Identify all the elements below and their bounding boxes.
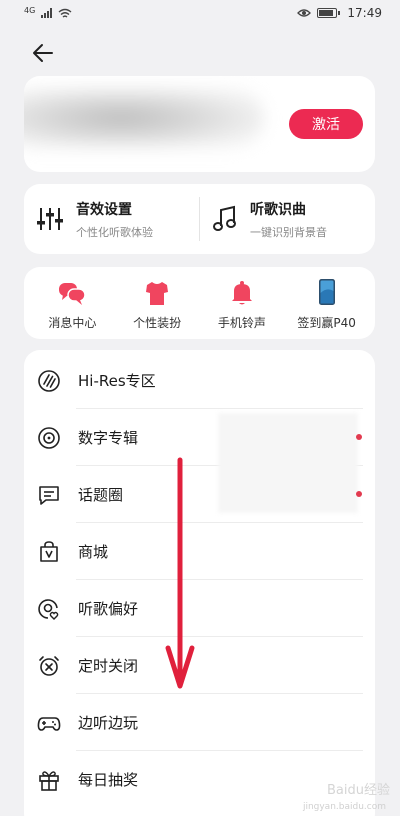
menu-item-daily-lottery[interactable]: 每日抽奖 xyxy=(24,751,375,808)
watermark: Baidu经验 xyxy=(327,779,390,798)
activate-button[interactable]: 激活 xyxy=(289,109,363,139)
tool-label: 签到赢P40 xyxy=(297,315,356,330)
tshirt-icon xyxy=(146,281,169,305)
tool-ringtone[interactable]: 手机铃声 xyxy=(201,276,283,331)
menu-item-label: 听歌偏好 xyxy=(78,600,139,618)
song-recognition-subtitle: 一键识别背景音 xyxy=(250,225,327,239)
watermark-text: Baidu经验 xyxy=(327,783,390,798)
battery-icon xyxy=(317,8,341,18)
sound-effect-text: 音效设置 个性化听歌体验 xyxy=(76,199,153,240)
quick-settings-card: 音效设置 个性化听歌体验 听歌识曲 一键识别背景音 xyxy=(24,184,375,254)
song-recognition-title: 听歌识曲 xyxy=(250,201,306,218)
message-center-icon xyxy=(59,282,87,305)
vip-card: 激活 xyxy=(24,76,375,172)
blurred-promo-panel xyxy=(218,413,358,513)
preference-icon xyxy=(36,596,62,622)
song-recognition-text: 听歌识曲 一键识别背景音 xyxy=(250,199,327,240)
signal-icon xyxy=(41,8,53,18)
bell-icon xyxy=(231,280,252,304)
notification-dot xyxy=(356,491,362,497)
tool-message-center[interactable]: 消息中心 xyxy=(31,276,113,331)
phone-icon xyxy=(318,278,335,305)
tools-card: 消息中心 个性装扮 手机铃声 签到赢P40 xyxy=(24,267,375,339)
menu-item-label: 定时关闭 xyxy=(78,657,139,675)
eye-icon xyxy=(297,9,312,17)
gift-icon xyxy=(36,767,62,793)
wifi-icon xyxy=(58,8,72,18)
sound-effect-title: 音效设置 xyxy=(76,201,132,218)
equalizer-icon xyxy=(37,208,63,230)
song-recognition[interactable]: 听歌识曲 一键识别背景音 xyxy=(200,184,375,254)
blurred-user-info xyxy=(24,88,264,148)
menu-item-mall[interactable]: 商城 xyxy=(24,523,375,580)
menu-item-label: 数字专辑 xyxy=(78,429,139,447)
tool-label: 个性装扮 xyxy=(133,315,182,330)
watermark-sub: jingyan.baidu.com xyxy=(302,802,386,812)
music-note-icon xyxy=(213,205,236,231)
menu-item-label: 话题圈 xyxy=(78,486,124,504)
status-bar: 4G 17:49 xyxy=(0,0,400,26)
back-button[interactable] xyxy=(28,38,58,68)
shopping-bag-icon xyxy=(36,539,62,565)
sound-effect-subtitle: 个性化听歌体验 xyxy=(76,225,153,239)
menu-item-listening-preference[interactable]: 听歌偏好 xyxy=(24,580,375,637)
status-left: 4G xyxy=(24,5,72,19)
hires-icon xyxy=(36,368,62,394)
menu-item-label: 每日抽奖 xyxy=(78,771,139,789)
menu-item-label: Hi-Res专区 xyxy=(78,372,156,390)
tool-label: 手机铃声 xyxy=(217,315,266,330)
menu-item-hires[interactable]: Hi-Res专区 xyxy=(24,352,375,409)
network-type: 4G xyxy=(24,5,36,15)
chat-bubble-icon xyxy=(36,482,62,508)
arrow-left-icon xyxy=(33,44,53,62)
status-right: 17:49 xyxy=(297,6,382,20)
tool-personal-dressup[interactable]: 个性装扮 xyxy=(116,276,198,331)
menu-item-label: 边听边玩 xyxy=(78,714,139,732)
menu-item-label: 商城 xyxy=(78,543,109,561)
gamepad-icon xyxy=(36,710,62,736)
sound-effect-settings[interactable]: 音效设置 个性化听歌体验 xyxy=(24,184,199,254)
menu-item-sleep-timer[interactable]: 定时关闭 xyxy=(24,637,375,694)
menu-item-play-while-listening[interactable]: 边听边玩 xyxy=(24,694,375,751)
alarm-clock-icon xyxy=(36,653,62,679)
status-time: 17:49 xyxy=(347,6,382,20)
tool-checkin-p40[interactable]: 签到赢P40 xyxy=(286,276,368,331)
notification-dot xyxy=(356,434,362,440)
vinyl-icon xyxy=(36,425,62,451)
tool-label: 消息中心 xyxy=(48,315,97,330)
